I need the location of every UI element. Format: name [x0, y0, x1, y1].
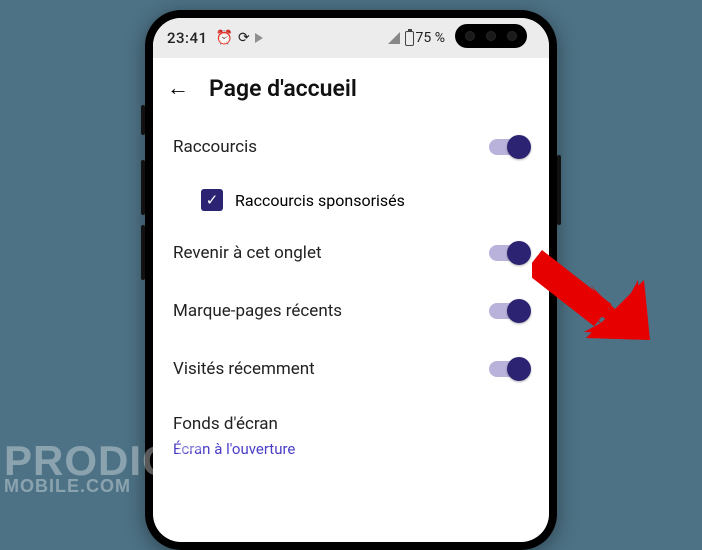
section-wallpapers: Fonds d'écran	[173, 398, 529, 434]
status-time: 23:41	[167, 29, 208, 47]
signal-icon	[388, 32, 400, 44]
toggle-recently-visited[interactable]	[489, 361, 529, 377]
watermark-line2: MOBILE	[4, 476, 80, 496]
sync-icon: ⟳	[238, 30, 250, 46]
toggle-return-tab[interactable]	[489, 245, 529, 261]
setting-recent-bookmarks[interactable]: Marque-pages récents	[173, 282, 529, 340]
phone-frame: 23:41 ⏰ ⟳ 75 % ← Page d'accueil	[145, 10, 557, 550]
title-bar: ← Page d'accueil	[153, 58, 549, 118]
battery-indicator: 75 %	[405, 30, 445, 46]
setting-label: Revenir à cet onglet	[173, 243, 322, 263]
camera-cutout	[455, 24, 527, 48]
watermark: PRODIGE MOBILE.COM	[4, 443, 205, 494]
battery-icon	[405, 31, 414, 46]
side-button	[141, 105, 145, 135]
toggle-shortcuts[interactable]	[489, 139, 529, 155]
side-button	[141, 225, 145, 280]
watermark-line1: PRODIGE	[4, 443, 205, 479]
link-opening-screen[interactable]: Écran à l'ouverture	[173, 434, 529, 464]
setting-label: Raccourcis sponsorisés	[235, 191, 405, 210]
play-icon	[255, 33, 263, 43]
side-button	[141, 160, 145, 215]
side-button	[557, 155, 561, 225]
battery-percent: 75 %	[416, 30, 445, 46]
setting-shortcuts[interactable]: Raccourcis	[173, 118, 529, 176]
status-bar: 23:41 ⏰ ⟳ 75 %	[153, 18, 549, 58]
setting-label: Visités récemment	[173, 359, 315, 379]
back-button[interactable]: ←	[167, 75, 189, 101]
page-title: Page d'accueil	[209, 75, 357, 102]
settings-list: Raccourcis ✓ Raccourcis sponsorisés Reve…	[153, 118, 549, 542]
watermark-suffix: .COM	[80, 476, 131, 496]
setting-return-tab[interactable]: Revenir à cet onglet	[173, 224, 529, 282]
setting-label: Marque-pages récents	[173, 301, 342, 321]
setting-label: Raccourcis	[173, 137, 257, 157]
setting-sponsored-shortcuts[interactable]: ✓ Raccourcis sponsorisés	[173, 176, 529, 224]
checkbox-sponsored[interactable]: ✓	[201, 189, 223, 211]
alarm-icon: ⏰	[216, 30, 233, 46]
setting-recently-visited[interactable]: Visités récemment	[173, 340, 529, 398]
screen: 23:41 ⏰ ⟳ 75 % ← Page d'accueil	[153, 18, 549, 542]
toggle-recent-bookmarks[interactable]	[489, 303, 529, 319]
